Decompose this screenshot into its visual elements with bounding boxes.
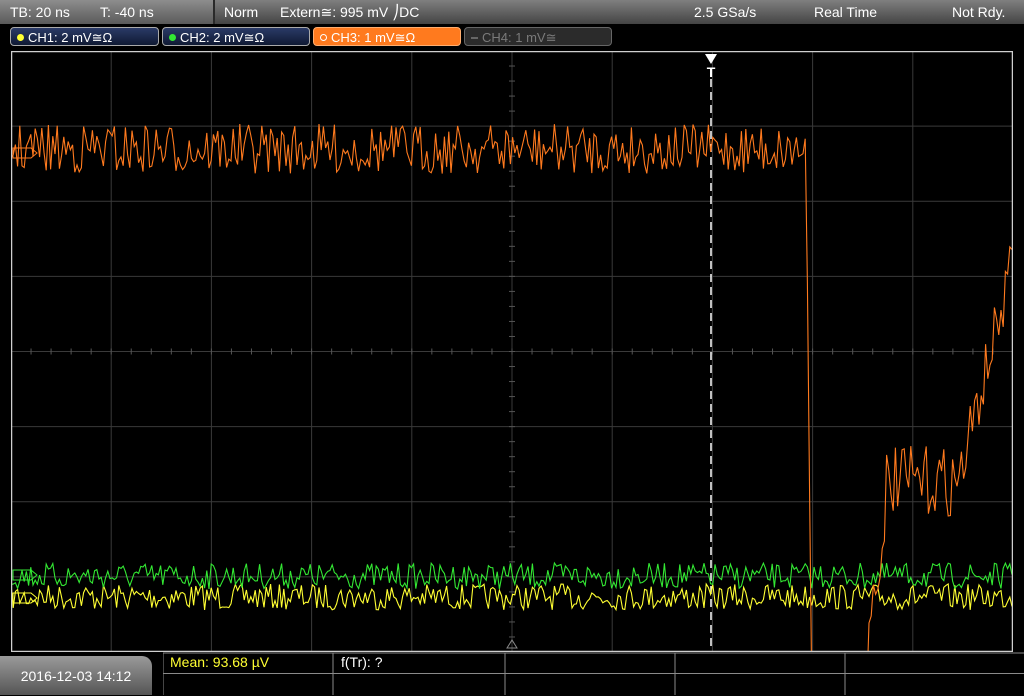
- channel-2-tab[interactable]: CH2: 2 mV≅Ω: [162, 27, 310, 46]
- channel-1-label: CH1: 2 mV≅Ω: [28, 30, 113, 45]
- channel-3-label: CH3: 1 mV≅Ω: [331, 30, 416, 45]
- channel-markers: [12, 147, 38, 604]
- sample-rate: 2.5 GSa/s: [694, 4, 757, 20]
- timebase-value: TB: 20 ns: [10, 4, 70, 20]
- acquisition-mode: Real Time: [814, 4, 878, 20]
- trigger-mode: Norm: [224, 4, 259, 20]
- channel-4-label: CH4: 1 mV≅: [482, 30, 557, 45]
- acquisition-state: Not Rdy.: [952, 4, 1006, 20]
- rise-time-frequency-measurement: f(Tr): ?: [341, 654, 383, 670]
- waveform-display[interactable]: T: [11, 51, 1013, 652]
- trigger-source: Extern≅: 995 mV ⎠DC: [280, 4, 420, 20]
- trigger-position-marker[interactable]: T: [707, 64, 716, 80]
- channel-2-label: CH2: 2 mV≅Ω: [180, 30, 265, 45]
- channel-2-dot-icon: [169, 34, 176, 42]
- trigger-arrow-icon: [705, 54, 717, 64]
- channel-4-tab[interactable]: CH4: 1 mV≅: [464, 27, 612, 46]
- datetime-display: 2016-12-03 14:12: [0, 656, 152, 695]
- status-bar: TB: 20 ns T: -40 ns Norm Extern≅: 995 mV…: [0, 0, 1024, 25]
- channel-3-tab[interactable]: CH3: 1 mV≅Ω: [313, 27, 461, 46]
- channel-4-off-icon: [471, 36, 478, 39]
- mean-measurement: Mean: 93.68 µV: [170, 654, 270, 670]
- channel-3-dot-icon: [320, 34, 327, 42]
- measurement-table: [163, 652, 1024, 695]
- channel-1-tab[interactable]: CH1: 2 mV≅Ω: [10, 27, 159, 46]
- channel-1-dot-icon: [17, 34, 24, 42]
- trigger-time-value: T: -40 ns: [100, 4, 154, 20]
